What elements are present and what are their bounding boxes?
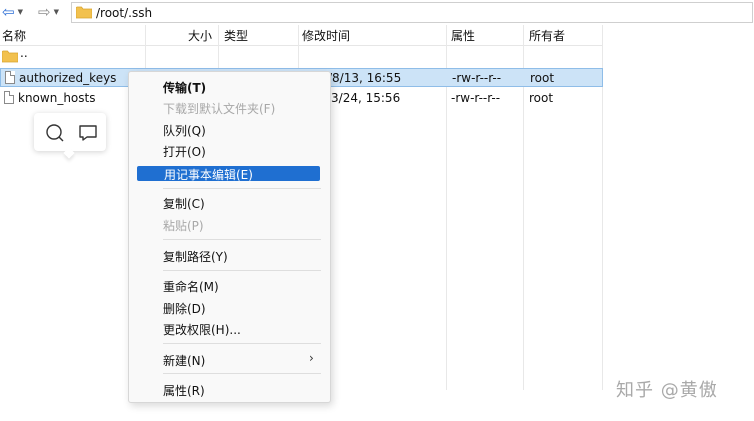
path-input[interactable]: /root/.ssh (71, 2, 753, 23)
menu-item-paste: 粘贴(P) (163, 219, 204, 233)
toolbar-pointer (63, 147, 75, 159)
watermark: 知乎 @黄傲 (616, 380, 718, 401)
menu-item-new[interactable]: 新建(N) (163, 352, 205, 369)
back-button[interactable]: ⇦ ▼ (2, 4, 23, 20)
file-attributes: -rw-r--r-- (451, 91, 501, 105)
menu-separator (163, 239, 321, 240)
column-attributes[interactable]: 属性 (451, 27, 475, 44)
column-owner[interactable]: 所有者 (529, 27, 565, 44)
toolbar: ⇦ ▼ ⇨ ▼ /root/.ssh (0, 0, 754, 26)
chevron-right-icon: › (309, 351, 314, 365)
file-icon (4, 91, 14, 104)
menu-item-delete[interactable]: 删除(D) (163, 300, 206, 317)
comment-icon[interactable] (78, 123, 98, 143)
file-modified: /3/24, 15:56 (327, 91, 401, 105)
menu-item-download-default: 下载到默认文件夹(F) (163, 102, 276, 116)
menu-separator (163, 343, 321, 344)
menu-item-properties[interactable]: 属性(R) (163, 382, 205, 399)
menu-item-label: 用记事本编辑(E) (164, 168, 253, 182)
menu-item-copy-path[interactable]: 复制路径(Y) (163, 248, 228, 265)
file-name: known_hosts (18, 91, 96, 105)
file-owner: root (529, 91, 554, 105)
menu-item-queue[interactable]: 队列(Q) (163, 122, 206, 139)
menu-item-change-permissions[interactable]: 更改权限(H)... (163, 321, 241, 338)
floating-toolbar (34, 113, 106, 159)
menu-item-edit-notepad[interactable]: 用记事本编辑(E) (137, 166, 320, 182)
context-menu: 传输(T) 下载到默认文件夹(F) 队列(Q) 打开(O) 用记事本编辑(E) … (128, 71, 331, 403)
file-modified: /8/13, 16:55 (328, 71, 402, 85)
chevron-down-icon[interactable]: ▼ (18, 8, 23, 16)
path-text: /root/.ssh (96, 6, 153, 20)
column-size[interactable]: 大小 (188, 27, 212, 44)
column-type[interactable]: 类型 (224, 27, 248, 44)
menu-item-transfer[interactable]: 传输(T) (163, 79, 206, 96)
arrow-right-icon: ⇨ (38, 3, 51, 21)
column-header: 名称 大小 类型 修改时间 属性 所有者 (0, 25, 603, 46)
chevron-down-icon[interactable]: ▼ (54, 8, 59, 16)
folder-icon (2, 50, 18, 63)
column-name[interactable]: 名称 (2, 27, 26, 44)
menu-item-copy[interactable]: 复制(C) (163, 195, 205, 212)
table-row[interactable]: .. (0, 46, 603, 66)
file-name: authorized_keys (19, 71, 117, 85)
menu-separator (163, 270, 321, 271)
file-attributes: -rw-r--r-- (452, 71, 502, 85)
file-name: .. (20, 46, 28, 60)
file-icon (5, 71, 15, 84)
forward-button[interactable]: ⇨ ▼ (38, 4, 59, 20)
column-modified[interactable]: 修改时间 (302, 27, 350, 44)
menu-item-open[interactable]: 打开(O) (163, 143, 206, 160)
search-icon[interactable] (45, 123, 65, 143)
file-owner: root (530, 71, 555, 85)
menu-separator (163, 373, 321, 374)
menu-item-rename[interactable]: 重命名(M) (163, 278, 219, 295)
arrow-left-icon: ⇦ (2, 3, 15, 21)
folder-icon (76, 6, 92, 19)
menu-separator (163, 188, 321, 189)
